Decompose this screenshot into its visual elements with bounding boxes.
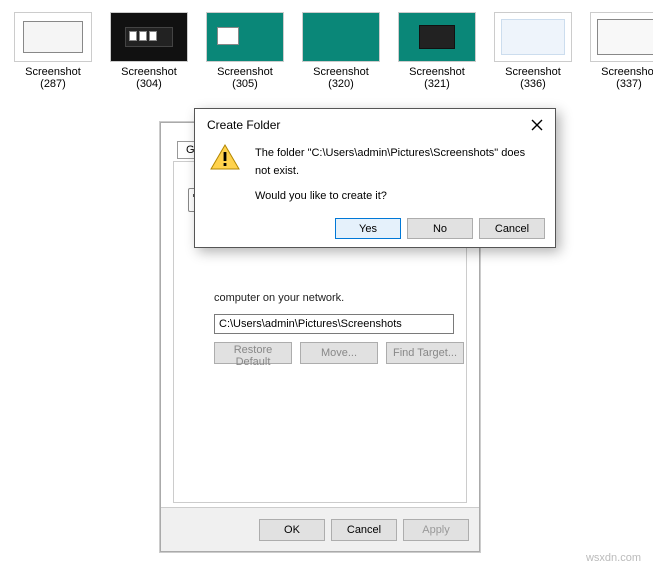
thumbnail-image (398, 12, 476, 62)
thumbnail-item[interactable]: Screenshot (305) (206, 12, 284, 90)
thumbnail-caption: Screenshot (337) (590, 66, 653, 90)
ok-button[interactable]: OK (259, 519, 325, 541)
thumbnail-caption: Screenshot (305) (206, 66, 284, 90)
thumbnail-item[interactable]: Screenshot (320) (302, 12, 380, 90)
thumbnail-item[interactable]: Screenshot (304) (110, 12, 188, 90)
thumbnail-item[interactable]: Screenshot (337) (590, 12, 653, 90)
thumbnail-item[interactable]: Screenshot (287) (14, 12, 92, 90)
move-button[interactable]: Move... (300, 342, 378, 364)
thumbnail-image (14, 12, 92, 62)
dialog-title: Create Folder (207, 118, 280, 132)
thumbnail-image (206, 12, 284, 62)
thumbnail-image (110, 12, 188, 62)
thumbnail-image (494, 12, 572, 62)
thumbnail-item[interactable]: Screenshot (336) (494, 12, 572, 90)
thumbnail-caption: Screenshot (304) (110, 66, 188, 90)
path-input[interactable] (214, 314, 454, 334)
watermark: wsxdn.com (586, 552, 641, 564)
restore-default-button[interactable]: Restore Default (214, 342, 292, 364)
create-folder-dialog: Create Folder The folder "C:\Users\admin… (194, 108, 556, 248)
thumbnail-caption: Screenshot (336) (494, 66, 572, 90)
warning-icon (209, 143, 241, 171)
yes-button[interactable]: Yes (335, 218, 401, 239)
thumbnail-item[interactable]: Screenshot (321) (398, 12, 476, 90)
dialog-message-line1: The folder "C:\Users\admin\Pictures\Scre… (255, 145, 543, 180)
thumbnail-image (590, 12, 653, 62)
network-text: computer on your network. (214, 292, 446, 304)
properties-footer: OK Cancel Apply (161, 507, 479, 551)
close-icon[interactable] (527, 115, 547, 135)
dialog-cancel-button[interactable]: Cancel (479, 218, 545, 239)
thumbnail-image (302, 12, 380, 62)
thumbnail-caption: Screenshot (287) (14, 66, 92, 90)
dialog-message-line2: Would you like to create it? (255, 188, 543, 206)
thumbnail-caption: Screenshot (321) (398, 66, 476, 90)
find-target-button[interactable]: Find Target... (386, 342, 464, 364)
no-button[interactable]: No (407, 218, 473, 239)
cancel-button[interactable]: Cancel (331, 519, 397, 541)
thumbnail-caption: Screenshot (320) (302, 66, 380, 90)
thumbnail-row: Screenshot (287) Screenshot (304) Screen… (0, 0, 653, 90)
apply-button[interactable]: Apply (403, 519, 469, 541)
